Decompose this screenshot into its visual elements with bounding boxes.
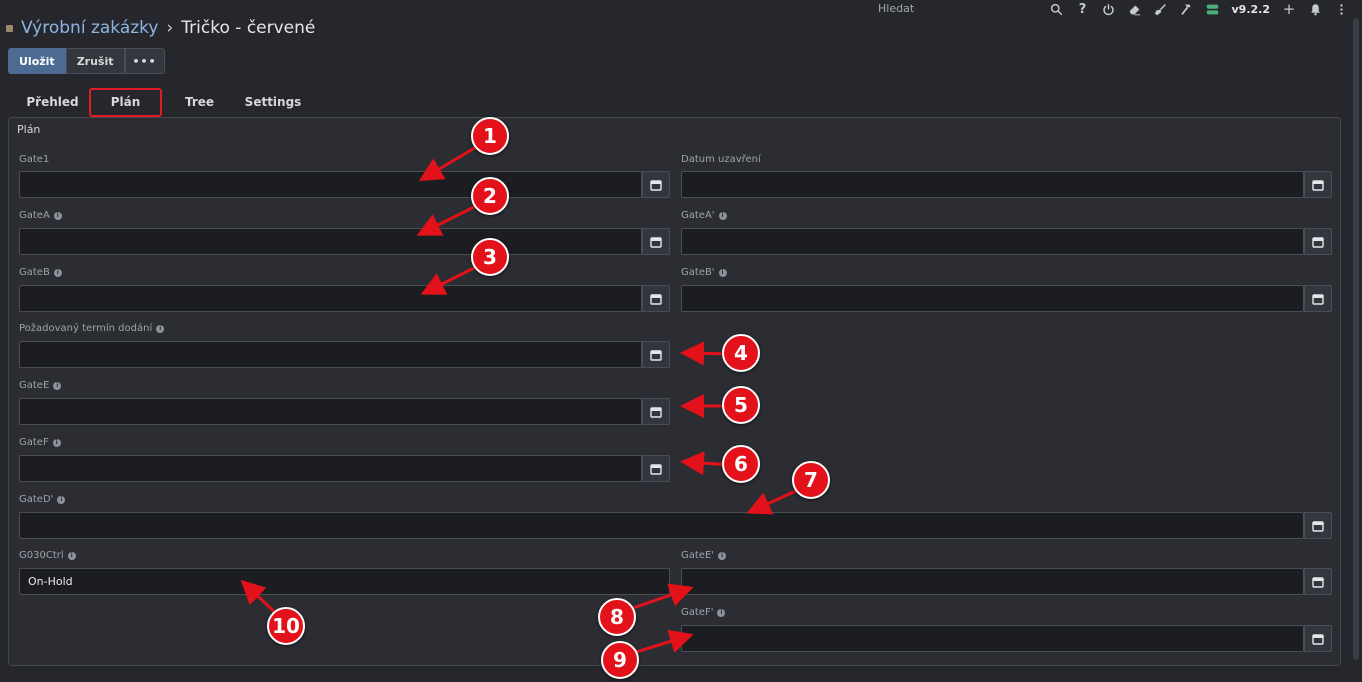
- annotation-badge-4: 4: [722, 334, 760, 372]
- plan-panel: Plán Gate1 Datum uzavření GateA i GateA' i…: [8, 117, 1341, 666]
- annotation-badge-8: 8: [598, 598, 636, 636]
- breadcrumb-parent-link[interactable]: Výrobní zakázky: [21, 18, 158, 38]
- annotation-badge-1: 1: [471, 117, 509, 155]
- gatee-label: GateE i: [19, 380, 62, 391]
- module-icon: [6, 24, 13, 32]
- g030ctrl-input[interactable]: On-Hold: [19, 568, 670, 595]
- calendar-icon[interactable]: [1304, 228, 1332, 255]
- gated-prime-input[interactable]: [19, 512, 1304, 539]
- scrollbar[interactable]: [1353, 18, 1359, 660]
- info-icon[interactable]: i: [156, 324, 165, 333]
- info-icon[interactable]: i: [57, 495, 66, 504]
- broom-icon[interactable]: [1154, 2, 1168, 16]
- info-icon[interactable]: i: [718, 268, 727, 277]
- breadcrumb-separator: ›: [166, 18, 174, 38]
- datum-uzavreni-label: Datum uzavření: [681, 154, 761, 165]
- annotation-badge-2: 2: [471, 177, 509, 215]
- version-label: v9.2.2: [1231, 2, 1271, 16]
- top-bar: Výrobní zakázky › Tričko - červené Hleda…: [0, 0, 1362, 44]
- panel-title: Plán: [17, 123, 41, 136]
- datum-uzavreni-input[interactable]: [681, 171, 1304, 198]
- calendar-icon[interactable]: [642, 171, 670, 198]
- info-icon[interactable]: i: [53, 381, 62, 390]
- gatef-label: GateF i: [19, 437, 61, 448]
- gateb-prime-label: GateB' i: [681, 267, 727, 278]
- breadcrumb: Výrobní zakázky › Tričko - červené: [6, 18, 315, 38]
- gatea-prime-label: GateA' i: [681, 210, 727, 221]
- more-actions-button[interactable]: •••: [124, 48, 165, 74]
- info-icon[interactable]: i: [718, 211, 727, 220]
- info-icon[interactable]: i: [718, 551, 727, 560]
- cancel-button[interactable]: Zrušit: [65, 48, 125, 74]
- gatef-prime-input[interactable]: [681, 625, 1304, 652]
- search-icon[interactable]: [1050, 2, 1064, 16]
- info-icon[interactable]: i: [53, 211, 62, 220]
- server-icon[interactable]: [1206, 2, 1220, 16]
- gate1-label: Gate1: [19, 154, 50, 165]
- info-icon[interactable]: i: [717, 608, 726, 617]
- calendar-icon[interactable]: [1304, 285, 1332, 312]
- gatee-prime-input[interactable]: [681, 568, 1304, 595]
- gateb-prime-input[interactable]: [681, 285, 1304, 312]
- info-icon[interactable]: i: [52, 438, 61, 447]
- tab-tree[interactable]: Tree: [162, 89, 237, 115]
- kebab-icon[interactable]: [1334, 2, 1348, 16]
- gatef-prime-label: GateF' i: [681, 607, 726, 618]
- calendar-icon[interactable]: [642, 228, 670, 255]
- annotation-badge-9: 9: [601, 641, 639, 679]
- gated-prime-label: GateD' i: [19, 494, 66, 505]
- gatea-prime-input[interactable]: [681, 228, 1304, 255]
- g030ctrl-label: G030Ctrl i: [19, 550, 76, 561]
- annotation-badge-10: 10: [267, 607, 305, 645]
- calendar-icon[interactable]: [642, 341, 670, 368]
- gatee-prime-label: GateE' i: [681, 550, 727, 561]
- calendar-icon[interactable]: [642, 455, 670, 482]
- active-tab-highlight: [89, 88, 162, 117]
- annotation-badge-6: 6: [722, 445, 760, 483]
- annotation-badge-5: 5: [722, 386, 760, 424]
- app-page: Výrobní zakázky › Tričko - červené Hleda…: [0, 0, 1362, 682]
- top-icon-bar: ? v9.2.2 +: [1050, 0, 1349, 18]
- gatea-label: GateA i: [19, 210, 62, 221]
- gatea-input[interactable]: [19, 228, 642, 255]
- help-icon[interactable]: ?: [1076, 2, 1090, 17]
- calendar-icon[interactable]: [642, 285, 670, 312]
- gateb-input[interactable]: [19, 285, 642, 312]
- page-title: Tričko - červené: [181, 18, 316, 38]
- calendar-icon[interactable]: [1304, 171, 1332, 198]
- annotation-badge-3: 3: [471, 238, 509, 276]
- gate1-input[interactable]: [19, 171, 642, 198]
- annotation-badge-7: 7: [792, 461, 830, 499]
- calendar-icon[interactable]: [642, 398, 670, 425]
- tab-settings[interactable]: Settings: [237, 89, 309, 115]
- info-icon[interactable]: i: [67, 551, 76, 560]
- bell-icon[interactable]: [1308, 2, 1322, 16]
- save-button[interactable]: Uložit: [8, 48, 66, 74]
- calendar-icon[interactable]: [1304, 625, 1332, 652]
- tab-bar: Přehled Plán Tree Settings: [16, 89, 309, 115]
- action-toolbar: Uložit Zrušit •••: [8, 48, 165, 74]
- calendar-icon[interactable]: [1304, 568, 1332, 595]
- pozadovany-termin-input[interactable]: [19, 341, 642, 368]
- info-icon[interactable]: i: [53, 268, 62, 277]
- calendar-icon[interactable]: [1304, 512, 1332, 539]
- pozadovany-termin-label: Požadovaný termín dodání i: [19, 323, 165, 334]
- gateb-label: GateB i: [19, 267, 62, 278]
- tab-prehled[interactable]: Přehled: [16, 89, 89, 115]
- eraser-icon[interactable]: [1128, 2, 1142, 16]
- power-icon[interactable]: [1102, 2, 1116, 16]
- gatef-input[interactable]: [19, 455, 642, 482]
- gatee-input[interactable]: [19, 398, 642, 425]
- hammer-icon[interactable]: [1180, 2, 1194, 16]
- plus-icon[interactable]: +: [1282, 0, 1296, 18]
- search-input[interactable]: Hledat: [878, 2, 914, 15]
